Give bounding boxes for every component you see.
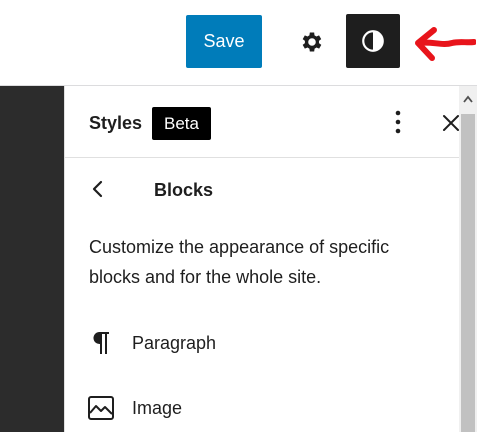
contrast-icon bbox=[362, 30, 384, 52]
arrow-left-icon bbox=[415, 27, 476, 61]
editor-screen: Save Styles Beta Blocks Customize the ap… bbox=[0, 0, 477, 432]
sidebar-title: Styles bbox=[89, 113, 143, 133]
back-button[interactable] bbox=[85, 174, 111, 204]
image-icon bbox=[87, 394, 115, 422]
more-options-button[interactable] bbox=[383, 104, 413, 140]
gear-icon bbox=[302, 32, 322, 52]
editor-canvas bbox=[0, 86, 64, 432]
top-toolbar: Save bbox=[0, 0, 477, 86]
block-item-image[interactable]: Image bbox=[65, 383, 460, 432]
block-item-label: Paragraph bbox=[132, 332, 217, 353]
sidebar-scrollbar[interactable] bbox=[459, 86, 477, 432]
settings-button[interactable] bbox=[290, 22, 334, 62]
block-item-label: Image bbox=[132, 397, 183, 418]
blocks-title: Blocks bbox=[154, 180, 214, 200]
sidebar-header: Styles Beta bbox=[65, 86, 460, 158]
scrollbar-thumb[interactable] bbox=[461, 114, 475, 432]
block-item-paragraph[interactable]: Paragraph bbox=[65, 318, 460, 368]
scroll-up-arrow-icon[interactable] bbox=[459, 86, 477, 112]
styles-toggle-button[interactable] bbox=[346, 14, 400, 68]
more-vertical-icon bbox=[395, 110, 401, 134]
save-button[interactable]: Save bbox=[186, 15, 262, 68]
styles-sidebar: Styles Beta Blocks Customize the appeara… bbox=[64, 86, 460, 432]
paragraph-icon bbox=[87, 329, 115, 357]
blocks-nav-header: Blocks bbox=[65, 158, 460, 218]
chevron-left-icon bbox=[92, 180, 103, 198]
blocks-description: Customize the appearance of specific blo… bbox=[89, 237, 390, 287]
beta-badge: Beta bbox=[152, 107, 211, 140]
